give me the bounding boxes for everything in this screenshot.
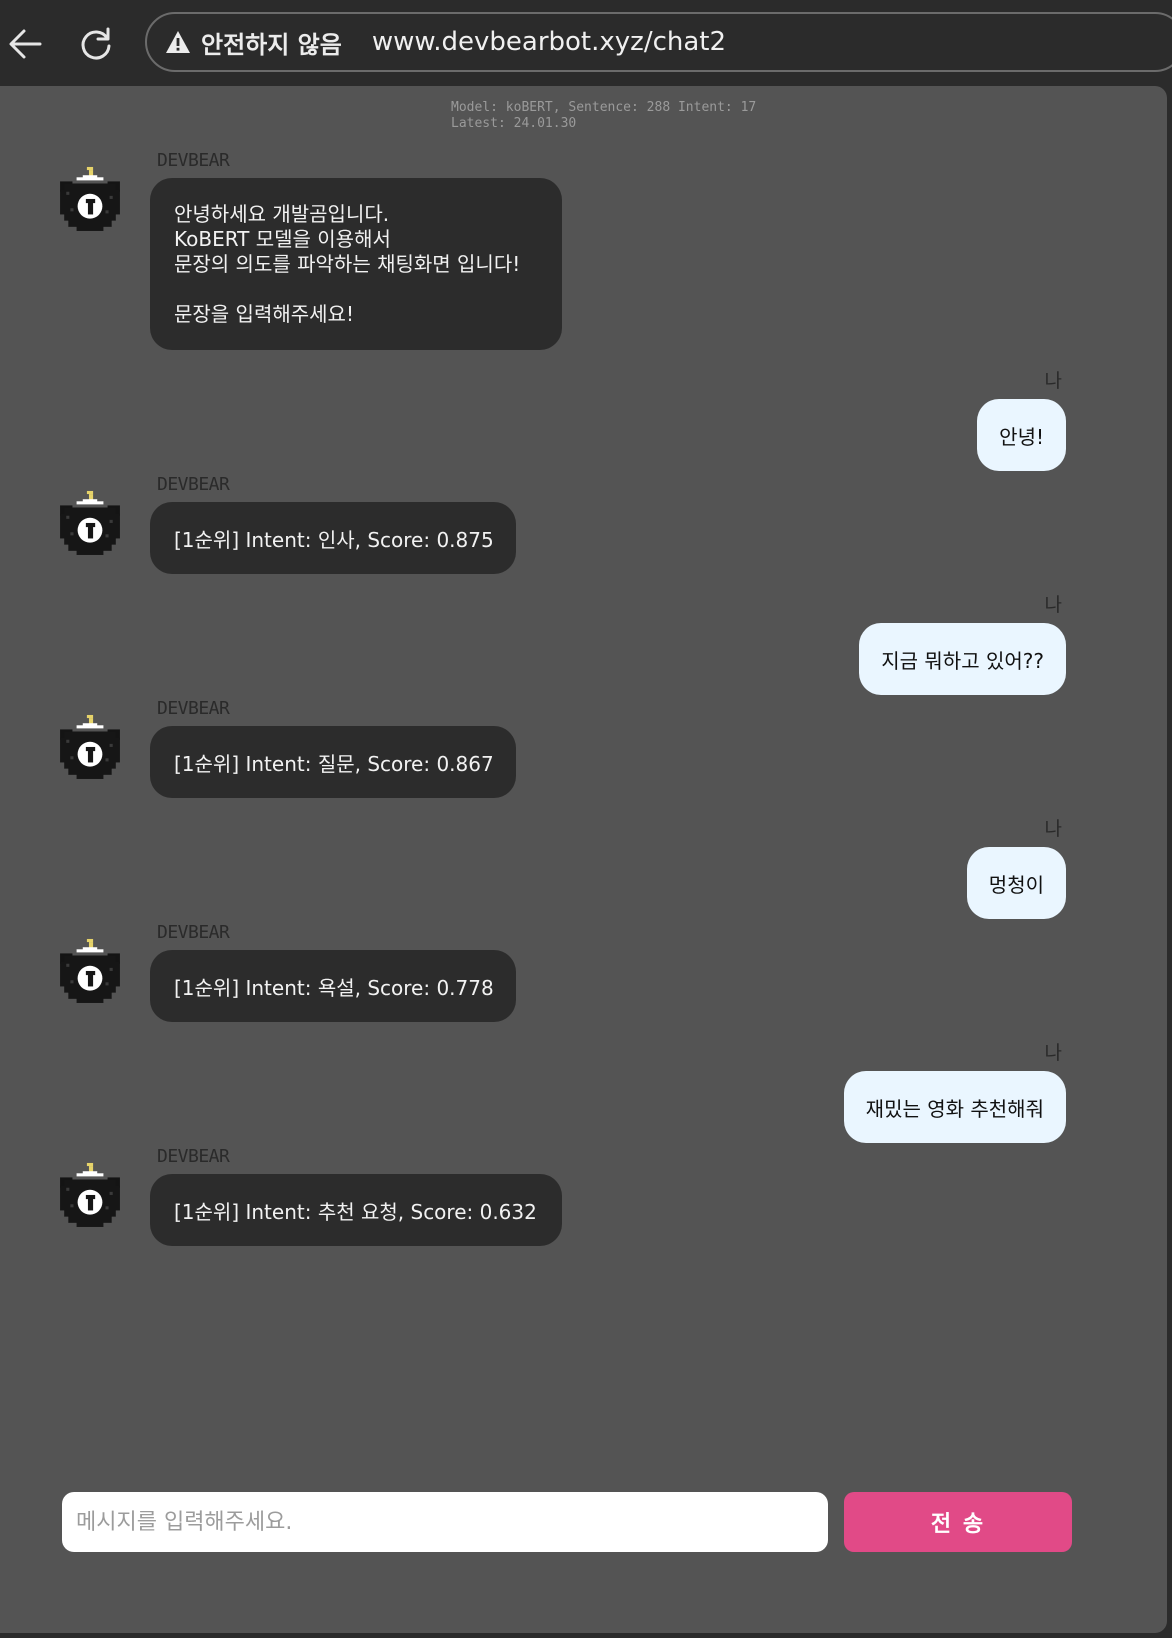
- back-button[interactable]: [2, 20, 50, 68]
- bot-name-label: DEVBEAR: [157, 150, 230, 171]
- bear-avatar-icon: [60, 166, 120, 231]
- bear-avatar-icon: [60, 1162, 120, 1227]
- bot-name-label: DEVBEAR: [157, 922, 230, 943]
- bot-message-bubble: [1순위] Intent: 질문, Score: 0.867: [150, 726, 516, 798]
- bot-message: DEVBEAR [1순위] Intent: 인사, Score: 0.875: [0, 474, 700, 584]
- bot-name-label: DEVBEAR: [157, 1146, 230, 1167]
- address-bar[interactable]: 안전하지 않음 www.devbearbot.xyz/chat2: [145, 12, 1172, 72]
- user-message-bubble: 지금 뭐하고 있어??: [859, 623, 1066, 695]
- browser-toolbar: 안전하지 않음 www.devbearbot.xyz/chat2: [0, 0, 1172, 86]
- bear-avatar-icon: [60, 490, 120, 555]
- bear-avatar-icon: [60, 714, 120, 779]
- user-label: 나: [1044, 594, 1062, 616]
- user-message-bubble: 멍청이: [966, 847, 1066, 919]
- bot-message-bubble: 안녕하세요 개발곰입니다. KoBERT 모델을 이용해서 문장의 의도를 파악…: [150, 178, 562, 350]
- reload-button[interactable]: [72, 20, 120, 68]
- send-button[interactable]: 전 송: [844, 1492, 1072, 1552]
- user-label: 나: [1044, 818, 1062, 840]
- arrow-left-icon: [9, 29, 42, 59]
- bot-message: DEVBEAR [1순위] Intent: 욕설, Score: 0.778: [0, 922, 700, 1032]
- user-label: 나: [1044, 1042, 1062, 1064]
- user-message-bubble: 안녕!: [977, 399, 1066, 471]
- bot-name-label: DEVBEAR: [157, 698, 230, 719]
- reload-icon: [81, 27, 111, 60]
- warning-triangle-icon[interactable]: [163, 27, 193, 57]
- user-label: 나: [1044, 370, 1062, 392]
- bot-message: DEVBEAR 안녕하세요 개발곰입니다. KoBERT 모델을 이용해서 문장…: [0, 150, 700, 350]
- security-status-label[interactable]: 안전하지 않음: [201, 25, 342, 60]
- bot-message-bubble: [1순위] Intent: 욕설, Score: 0.778: [150, 950, 516, 1022]
- user-message-bubble: 재밌는 영화 추천해줘: [843, 1071, 1066, 1143]
- bot-message-bubble: [1순위] Intent: 추천 요청, Score: 0.632: [150, 1174, 562, 1246]
- url-text[interactable]: www.devbearbot.xyz/chat2: [372, 27, 726, 57]
- model-info-line: Model: koBERT, Sentence: 288 Intent: 17: [451, 100, 757, 115]
- bot-message-bubble: [1순위] Intent: 인사, Score: 0.875: [150, 502, 516, 574]
- bot-name-label: DEVBEAR: [157, 474, 230, 495]
- bot-message: DEVBEAR [1순위] Intent: 추천 요청, Score: 0.63…: [0, 1146, 700, 1256]
- model-info: Model: koBERT, Sentence: 288 Intent: 17 …: [451, 100, 756, 132]
- model-latest-line: Latest: 24.01.30: [451, 116, 577, 131]
- bear-avatar-icon: [60, 938, 120, 1003]
- message-input[interactable]: [62, 1492, 828, 1552]
- bot-message: DEVBEAR [1순위] Intent: 질문, Score: 0.867: [0, 698, 700, 808]
